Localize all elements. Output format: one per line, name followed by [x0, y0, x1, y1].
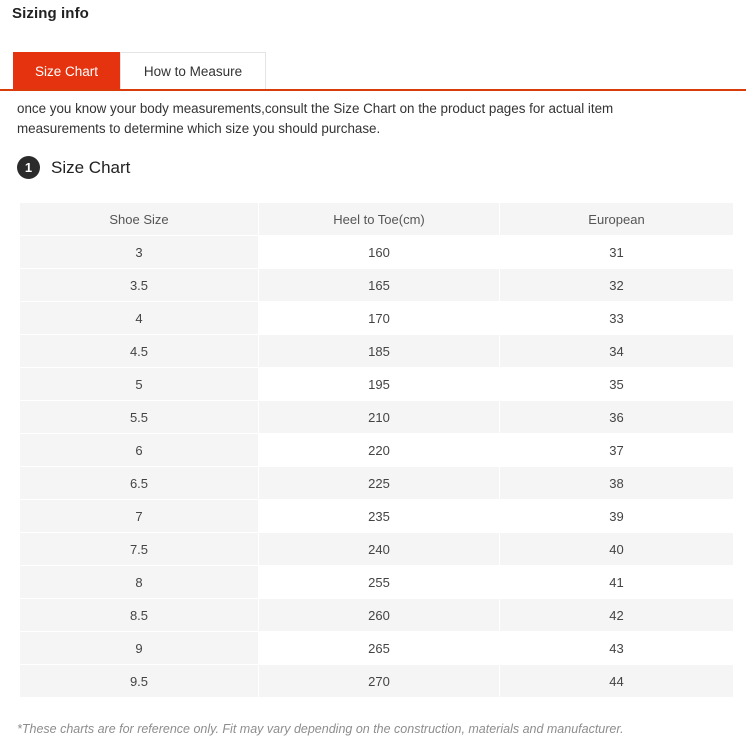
table-cell: 225	[259, 467, 499, 499]
table-cell: 41	[500, 566, 733, 598]
section-heading: 1 Size Chart	[17, 156, 130, 179]
table-row: 6.5 225 38	[20, 467, 733, 499]
page-title: Sizing info	[12, 5, 89, 22]
table-header: Shoe Size Heel to Toe(cm) European	[20, 203, 733, 235]
tab-size-chart[interactable]: Size Chart	[13, 52, 120, 90]
table-cell: 34	[500, 335, 733, 367]
table-cell: 160	[259, 236, 499, 268]
table-cell: 31	[500, 236, 733, 268]
table-cell: 36	[500, 401, 733, 433]
table-cell: 195	[259, 368, 499, 400]
column-header-european: European	[500, 203, 733, 235]
table-cell: 4.5	[20, 335, 258, 367]
table-cell: 39	[500, 500, 733, 532]
table-cell: 3	[20, 236, 258, 268]
table-row: 4.5 185 34	[20, 335, 733, 367]
column-header-shoe-size: Shoe Size	[20, 203, 258, 235]
table-cell: 210	[259, 401, 499, 433]
table-row: 6 220 37	[20, 434, 733, 466]
table-cell: 220	[259, 434, 499, 466]
table-cell: 255	[259, 566, 499, 598]
tab-how-to-measure[interactable]: How to Measure	[120, 52, 266, 90]
size-chart-table: Shoe Size Heel to Toe(cm) European 3 160 3…	[19, 202, 734, 698]
table-cell: 185	[259, 335, 499, 367]
table-cell: 7	[20, 500, 258, 532]
table-cell: 3.5	[20, 269, 258, 301]
table-cell: 8.5	[20, 599, 258, 631]
table-cell: 43	[500, 632, 733, 664]
footnote-disclaimer: *These charts are for reference only. Fi…	[17, 722, 624, 736]
table-cell: 7.5	[20, 533, 258, 565]
table-row: 5.5 210 36	[20, 401, 733, 433]
table-cell: 170	[259, 302, 499, 334]
table-row: 9.5 270 44	[20, 665, 733, 697]
table-row: 7 235 39	[20, 500, 733, 532]
table-cell: 42	[500, 599, 733, 631]
tab-underline	[0, 89, 746, 91]
table-cell: 5	[20, 368, 258, 400]
table-header-row: Shoe Size Heel to Toe(cm) European	[20, 203, 733, 235]
table-row: 8.5 260 42	[20, 599, 733, 631]
table-cell: 33	[500, 302, 733, 334]
section-title: Size Chart	[51, 157, 131, 177]
table-cell: 38	[500, 467, 733, 499]
table-cell: 6	[20, 434, 258, 466]
table-cell: 32	[500, 269, 733, 301]
table-cell: 270	[259, 665, 499, 697]
table-cell: 235	[259, 500, 499, 532]
table-row: 7.5 240 40	[20, 533, 733, 565]
table-cell: 5.5	[20, 401, 258, 433]
table-row: 9 265 43	[20, 632, 733, 664]
tab-bar: Size Chart How to Measure	[13, 52, 266, 90]
column-header-heel-to-toe: Heel to Toe(cm)	[259, 203, 499, 235]
table-cell: 165	[259, 269, 499, 301]
table-row: 3 160 31	[20, 236, 733, 268]
table-row: 4 170 33	[20, 302, 733, 334]
table-cell: 260	[259, 599, 499, 631]
table-cell: 35	[500, 368, 733, 400]
table-cell: 4	[20, 302, 258, 334]
table-cell: 9	[20, 632, 258, 664]
table-cell: 37	[500, 434, 733, 466]
table-cell: 8	[20, 566, 258, 598]
sizing-info-panel: Sizing info Size Chart How to Measure on…	[0, 0, 746, 756]
table-row: 3.5 165 32	[20, 269, 733, 301]
table-cell: 44	[500, 665, 733, 697]
table-cell: 240	[259, 533, 499, 565]
table-row: 5 195 35	[20, 368, 733, 400]
table-cell: 9.5	[20, 665, 258, 697]
step-number-badge: 1	[17, 156, 40, 179]
sizing-description: once you know your body measurements,con…	[17, 101, 614, 136]
table-body: 3 160 31 3.5 165 32 4 170 33 4.5 185 34 5 195 35 5.5 210…	[20, 236, 733, 697]
table-cell: 265	[259, 632, 499, 664]
table-cell: 40	[500, 533, 733, 565]
table-cell: 6.5	[20, 467, 258, 499]
table-row: 8 255 41	[20, 566, 733, 598]
